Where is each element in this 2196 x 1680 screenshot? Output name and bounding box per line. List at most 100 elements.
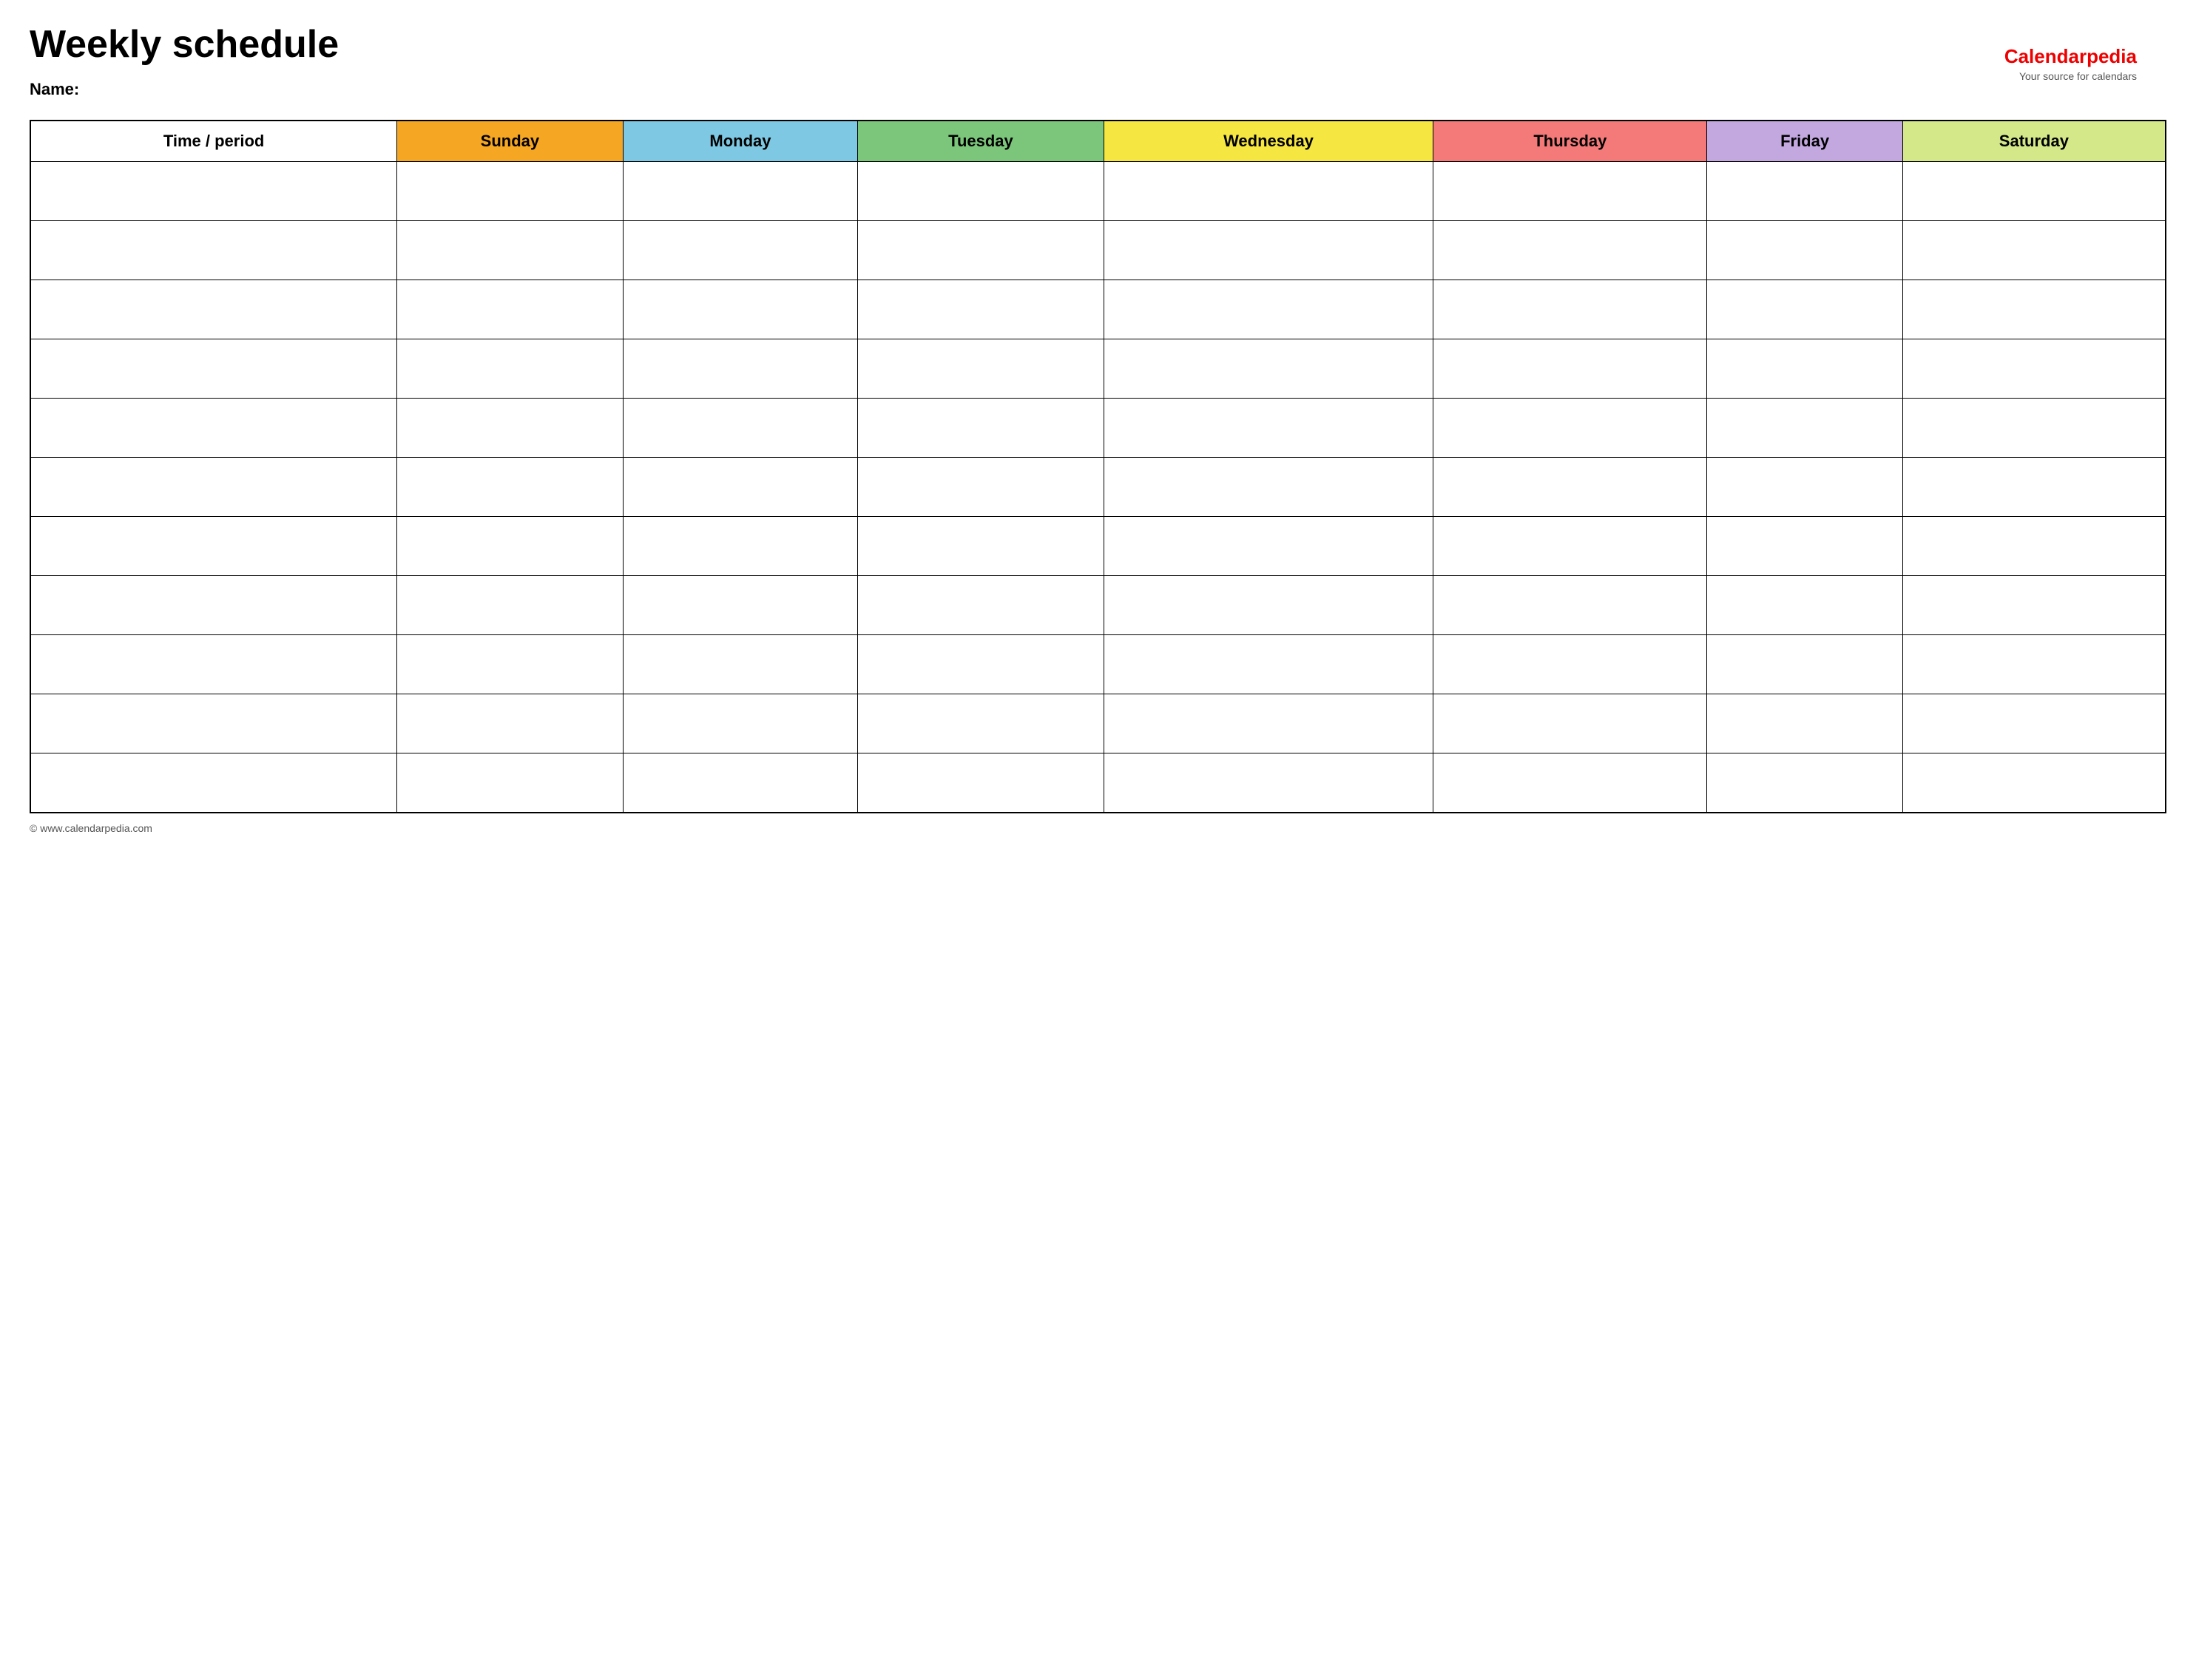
time-cell[interactable] bbox=[30, 517, 397, 576]
schedule-cell[interactable] bbox=[858, 162, 1104, 221]
schedule-cell[interactable] bbox=[858, 635, 1104, 694]
schedule-cell[interactable] bbox=[397, 339, 624, 399]
schedule-cell[interactable] bbox=[1707, 635, 1902, 694]
schedule-cell[interactable] bbox=[1707, 399, 1902, 458]
schedule-cell[interactable] bbox=[623, 694, 858, 753]
schedule-cell[interactable] bbox=[1104, 458, 1433, 517]
time-cell[interactable] bbox=[30, 221, 397, 280]
schedule-cell[interactable] bbox=[1902, 280, 2166, 339]
schedule-cell[interactable] bbox=[1433, 635, 1707, 694]
schedule-cell[interactable] bbox=[1902, 635, 2166, 694]
schedule-cell[interactable] bbox=[1707, 753, 1902, 813]
schedule-cell[interactable] bbox=[858, 399, 1104, 458]
schedule-cell[interactable] bbox=[623, 576, 858, 635]
time-cell[interactable] bbox=[30, 694, 397, 753]
schedule-cell[interactable] bbox=[1433, 399, 1707, 458]
schedule-cell[interactable] bbox=[858, 753, 1104, 813]
schedule-cell[interactable] bbox=[1104, 162, 1433, 221]
schedule-cell[interactable] bbox=[397, 399, 624, 458]
schedule-cell[interactable] bbox=[858, 458, 1104, 517]
schedule-table: Time / period Sunday Monday Tuesday Wedn… bbox=[30, 120, 2166, 813]
logo-brand: Calendarpedia bbox=[2004, 43, 2137, 70]
name-label: Name: bbox=[30, 80, 2166, 99]
schedule-cell[interactable] bbox=[1707, 458, 1902, 517]
schedule-cell[interactable] bbox=[397, 280, 624, 339]
time-cell[interactable] bbox=[30, 635, 397, 694]
time-cell[interactable] bbox=[30, 458, 397, 517]
schedule-cell[interactable] bbox=[858, 339, 1104, 399]
table-row bbox=[30, 221, 2166, 280]
schedule-cell[interactable] bbox=[1433, 162, 1707, 221]
time-cell[interactable] bbox=[30, 339, 397, 399]
schedule-cell[interactable] bbox=[1433, 576, 1707, 635]
table-row bbox=[30, 339, 2166, 399]
schedule-cell[interactable] bbox=[1902, 162, 2166, 221]
schedule-cell[interactable] bbox=[623, 221, 858, 280]
time-cell[interactable] bbox=[30, 576, 397, 635]
schedule-cell[interactable] bbox=[1902, 339, 2166, 399]
schedule-cell[interactable] bbox=[397, 576, 624, 635]
schedule-cell[interactable] bbox=[858, 517, 1104, 576]
schedule-cell[interactable] bbox=[1104, 517, 1433, 576]
schedule-cell[interactable] bbox=[1902, 517, 2166, 576]
schedule-cell[interactable] bbox=[1104, 694, 1433, 753]
schedule-cell[interactable] bbox=[1902, 458, 2166, 517]
schedule-cell[interactable] bbox=[1104, 399, 1433, 458]
schedule-cell[interactable] bbox=[1707, 339, 1902, 399]
schedule-cell[interactable] bbox=[623, 517, 858, 576]
schedule-cell[interactable] bbox=[1104, 753, 1433, 813]
time-cell[interactable] bbox=[30, 280, 397, 339]
schedule-cell[interactable] bbox=[623, 753, 858, 813]
schedule-cell[interactable] bbox=[397, 635, 624, 694]
schedule-cell[interactable] bbox=[397, 221, 624, 280]
schedule-cell[interactable] bbox=[1433, 458, 1707, 517]
schedule-cell[interactable] bbox=[1707, 162, 1902, 221]
schedule-cell[interactable] bbox=[1433, 339, 1707, 399]
schedule-cell[interactable] bbox=[1104, 221, 1433, 280]
schedule-cell[interactable] bbox=[1433, 221, 1707, 280]
schedule-cell[interactable] bbox=[1902, 399, 2166, 458]
footer: © www.calendarpedia.com bbox=[30, 822, 2166, 834]
schedule-cell[interactable] bbox=[1902, 576, 2166, 635]
schedule-cell[interactable] bbox=[1104, 339, 1433, 399]
schedule-cell[interactable] bbox=[623, 399, 858, 458]
schedule-cell[interactable] bbox=[623, 162, 858, 221]
schedule-cell[interactable] bbox=[1104, 576, 1433, 635]
schedule-cell[interactable] bbox=[623, 635, 858, 694]
schedule-cell[interactable] bbox=[1902, 694, 2166, 753]
schedule-cell[interactable] bbox=[1433, 517, 1707, 576]
schedule-cell[interactable] bbox=[623, 280, 858, 339]
col-header-time: Time / period bbox=[30, 121, 397, 162]
schedule-cell[interactable] bbox=[1104, 635, 1433, 694]
schedule-cell[interactable] bbox=[397, 694, 624, 753]
schedule-cell[interactable] bbox=[1707, 517, 1902, 576]
schedule-cell[interactable] bbox=[1104, 280, 1433, 339]
schedule-cell[interactable] bbox=[1707, 576, 1902, 635]
schedule-cell[interactable] bbox=[1902, 753, 2166, 813]
schedule-cell[interactable] bbox=[397, 458, 624, 517]
col-header-thursday: Thursday bbox=[1433, 121, 1707, 162]
table-row bbox=[30, 458, 2166, 517]
schedule-cell[interactable] bbox=[1433, 753, 1707, 813]
time-cell[interactable] bbox=[30, 162, 397, 221]
footer-url: © www.calendarpedia.com bbox=[30, 822, 152, 834]
schedule-cell[interactable] bbox=[397, 753, 624, 813]
schedule-cell[interactable] bbox=[1707, 280, 1902, 339]
schedule-cell[interactable] bbox=[858, 280, 1104, 339]
schedule-cell[interactable] bbox=[1707, 694, 1902, 753]
col-header-wednesday: Wednesday bbox=[1104, 121, 1433, 162]
schedule-cell[interactable] bbox=[1707, 221, 1902, 280]
schedule-cell[interactable] bbox=[1433, 280, 1707, 339]
schedule-cell[interactable] bbox=[397, 517, 624, 576]
schedule-cell[interactable] bbox=[858, 576, 1104, 635]
schedule-cell[interactable] bbox=[623, 339, 858, 399]
schedule-cell[interactable] bbox=[1433, 694, 1707, 753]
schedule-cell[interactable] bbox=[858, 221, 1104, 280]
schedule-cell[interactable] bbox=[1902, 221, 2166, 280]
schedule-cell[interactable] bbox=[397, 162, 624, 221]
time-cell[interactable] bbox=[30, 399, 397, 458]
schedule-cell[interactable] bbox=[858, 694, 1104, 753]
header-row: Time / period Sunday Monday Tuesday Wedn… bbox=[30, 121, 2166, 162]
time-cell[interactable] bbox=[30, 753, 397, 813]
schedule-cell[interactable] bbox=[623, 458, 858, 517]
